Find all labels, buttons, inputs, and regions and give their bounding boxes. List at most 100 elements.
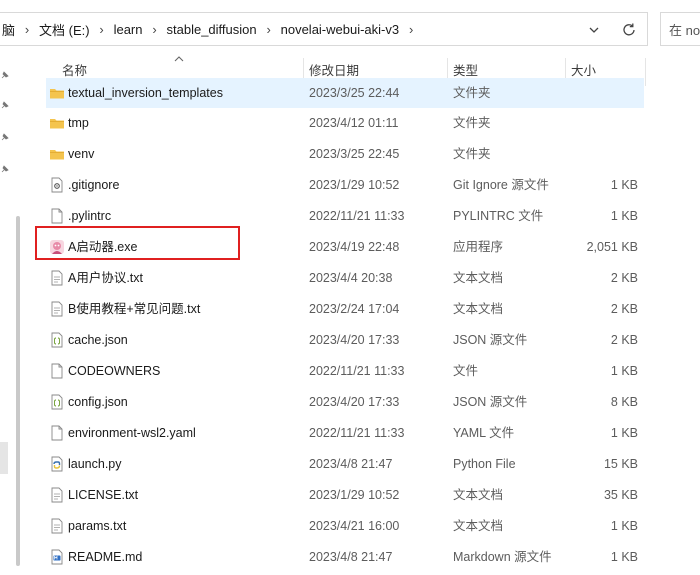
file-row[interactable]: B使用教程+常见问题.txt 2023/2/24 17:04 文本文档 2 KB — [46, 294, 644, 324]
file-row[interactable]: CODEOWNERS 2022/11/21 11:33 文件 1 KB — [46, 356, 644, 386]
file-type: 文本文档 — [453, 271, 504, 285]
file-type: PYLINTRC 文件 — [453, 209, 544, 223]
file-type: 文本文档 — [453, 488, 504, 502]
text-file-icon — [51, 487, 63, 503]
file-date: 2023/4/4 20:38 — [309, 271, 393, 285]
file-row[interactable]: venv 2023/3/25 22:45 文件夹 — [46, 139, 644, 169]
breadcrumb-item-stable-diffusion[interactable]: stable_diffusion — [165, 22, 259, 37]
file-type: 文件夹 — [453, 147, 491, 161]
breadcrumb-item-learn[interactable]: learn — [112, 22, 145, 37]
chevron-right-icon[interactable]: › — [145, 22, 165, 37]
file-row[interactable]: README.md 2023/4/8 21:47 Markdown 源文件 1 … — [46, 542, 644, 572]
text-file-icon — [51, 518, 63, 534]
file-size: 1 KB — [610, 178, 638, 192]
file-date: 2023/4/8 21:47 — [309, 457, 393, 471]
file-name: config.json — [68, 395, 128, 409]
file-date: 2023/1/29 10:52 — [309, 488, 400, 502]
file-type: YAML 文件 — [453, 426, 515, 440]
file-date: 2023/4/20 17:33 — [309, 333, 400, 347]
folder-icon — [50, 150, 64, 160]
file-name: .gitignore — [68, 178, 120, 192]
file-name: launch.py — [68, 457, 122, 471]
chevron-right-icon[interactable]: › — [92, 22, 112, 37]
file-type: 文件夹 — [453, 86, 491, 100]
pin-icon[interactable] — [0, 132, 10, 142]
file-icon — [51, 363, 63, 379]
file-row[interactable]: config.json 2023/4/20 17:33 JSON 源文件 8 K… — [46, 387, 644, 417]
json-file-icon — [51, 332, 63, 348]
pin-icon[interactable] — [0, 70, 10, 80]
file-date: 2023/4/19 22:48 — [309, 240, 400, 254]
markdown-file-icon — [51, 549, 63, 565]
file-type: 文本文档 — [453, 302, 504, 316]
file-size: 2 KB — [610, 271, 638, 285]
file-type: JSON 源文件 — [453, 333, 528, 347]
file-date: 2022/11/21 11:33 — [309, 426, 405, 440]
header-divider[interactable] — [645, 58, 646, 86]
file-date: 2023/2/24 17:04 — [309, 302, 400, 316]
file-size: 35 KB — [603, 488, 638, 502]
annotation-highlight-box — [35, 226, 240, 260]
file-type: Markdown 源文件 — [453, 550, 552, 564]
file-size: 8 KB — [610, 395, 638, 409]
file-name: CODEOWNERS — [68, 364, 161, 378]
file-row[interactable]: textual_inversion_templates 2023/3/25 22… — [46, 78, 644, 108]
file-name: tmp — [68, 116, 89, 130]
chevron-down-icon[interactable] — [586, 22, 602, 38]
python-file-icon — [51, 456, 63, 472]
text-file-icon — [51, 270, 63, 286]
file-row[interactable]: launch.py 2023/4/8 21:47 Python File 15 … — [46, 449, 644, 479]
navigation-pane — [0, 58, 22, 575]
file-name: textual_inversion_templates — [68, 86, 223, 100]
file-row[interactable]: tmp 2023/4/12 01:11 文件夹 — [46, 108, 644, 138]
file-row[interactable]: LICENSE.txt 2023/1/29 10:52 文本文档 35 KB — [46, 480, 644, 510]
pin-icon[interactable] — [0, 100, 10, 110]
file-row[interactable]: params.txt 2023/4/21 16:00 文本文档 1 KB — [46, 511, 644, 541]
file-type: 文本文档 — [453, 519, 504, 533]
file-date: 2022/11/21 11:33 — [309, 364, 405, 378]
breadcrumb-item-pc[interactable]: 脑 — [0, 20, 17, 39]
json-file-icon — [51, 394, 63, 410]
file-size: 1 KB — [610, 426, 638, 440]
file-row[interactable]: cache.json 2023/4/20 17:33 JSON 源文件 2 KB — [46, 325, 644, 355]
folder-icon — [50, 119, 64, 129]
address-bar[interactable]: 脑 › 文档 (E:) › learn › stable_diffusion ›… — [0, 12, 648, 46]
file-type: JSON 源文件 — [453, 395, 528, 409]
breadcrumb-item-current-folder[interactable]: novelai-webui-aki-v3 — [279, 22, 402, 37]
breadcrumb-item-drive[interactable]: 文档 (E:) — [37, 20, 92, 39]
breadcrumb: 脑 › 文档 (E:) › learn › stable_diffusion ›… — [0, 13, 421, 45]
file-size: 1 KB — [610, 209, 638, 223]
file-type: 应用程序 — [453, 240, 504, 254]
nav-scrollbar[interactable] — [16, 216, 20, 566]
file-type: 文件夹 — [453, 116, 491, 130]
file-type: 文件 — [453, 364, 479, 378]
text-file-icon — [51, 301, 63, 317]
file-date: 2023/4/21 16:00 — [309, 519, 400, 533]
nav-selected-item[interactable] — [0, 442, 8, 474]
file-date: 2023/1/29 10:52 — [309, 178, 400, 192]
file-type: Python File — [453, 457, 516, 471]
file-row[interactable]: A用户协议.txt 2023/4/4 20:38 文本文档 2 KB — [46, 263, 644, 293]
file-icon — [51, 208, 63, 224]
chevron-right-icon[interactable]: › — [17, 22, 37, 37]
file-name: README.md — [68, 550, 143, 564]
file-date: 2023/3/25 22:44 — [309, 86, 400, 100]
file-date: 2022/11/21 11:33 — [309, 209, 405, 223]
file-size: 2 KB — [610, 302, 638, 316]
file-date: 2023/4/20 17:33 — [309, 395, 400, 409]
file-name: cache.json — [68, 333, 128, 347]
file-name: params.txt — [68, 519, 127, 533]
folder-icon — [50, 89, 64, 99]
chevron-right-icon[interactable]: › — [259, 22, 279, 37]
file-row[interactable]: environment-wsl2.yaml 2022/11/21 11:33 Y… — [46, 418, 644, 448]
gear-file-icon — [51, 177, 63, 193]
file-size: 15 KB — [603, 457, 638, 471]
file-name: environment-wsl2.yaml — [68, 426, 196, 440]
search-input[interactable]: 在 no — [660, 12, 700, 46]
refresh-icon[interactable] — [620, 21, 638, 39]
chevron-right-icon[interactable]: › — [401, 22, 421, 37]
pin-icon[interactable] — [0, 164, 10, 174]
file-size: 2,051 KB — [586, 240, 638, 254]
file-name: A用户协议.txt — [68, 271, 144, 285]
file-row[interactable]: .gitignore 2023/1/29 10:52 Git Ignore 源文… — [46, 170, 644, 200]
